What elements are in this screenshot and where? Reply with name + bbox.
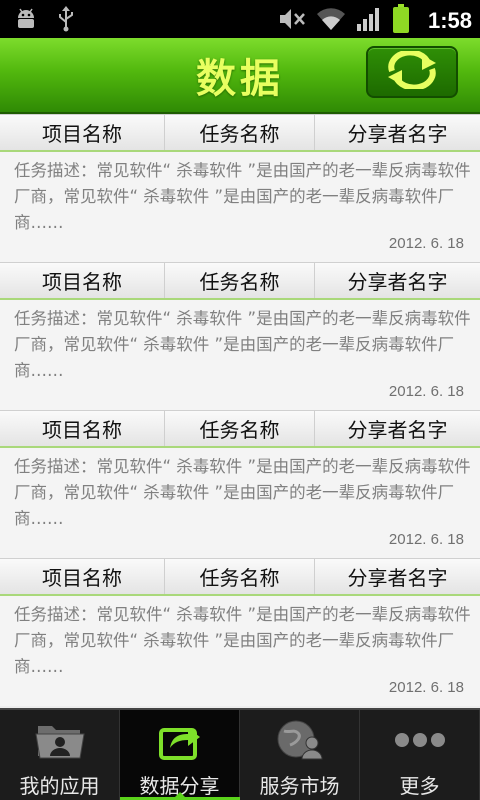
clock: 1:58 bbox=[427, 8, 472, 33]
refresh-icon bbox=[384, 49, 440, 93]
item-header: 项目名称 任务名称 分享者名字 bbox=[0, 410, 480, 448]
title-bar: 数据 bbox=[0, 38, 480, 114]
signal-icon bbox=[356, 6, 382, 36]
tab-label: 服务市场 bbox=[259, 774, 340, 798]
sharer-name-column: 分享者名字 bbox=[347, 418, 448, 442]
task-description: 任务描述：常见软件“ 杀毒软件 ”是由国产的老一辈反病毒软件厂商，常见软件“ 杀… bbox=[14, 605, 471, 676]
tab-label: 我的应用 bbox=[19, 774, 100, 798]
task-name-column: 任务名称 bbox=[165, 263, 315, 298]
item-body: 任务描述：常见软件“ 杀毒软件 ”是由国产的老一辈反病毒软件厂商，常见软件“ 杀… bbox=[0, 152, 480, 262]
wifi-icon bbox=[316, 6, 346, 36]
mute-icon bbox=[278, 6, 306, 36]
battery-icon bbox=[392, 4, 410, 38]
share-icon bbox=[158, 720, 202, 764]
task-name-column: 任务名称 bbox=[165, 559, 315, 594]
item-header: 项目名称 任务名称 分享者名字 bbox=[0, 114, 480, 152]
more-dots-icon bbox=[394, 730, 446, 754]
item-date: 2012. 6. 18 bbox=[388, 235, 464, 252]
item-body: 任务描述：常见软件“ 杀毒软件 ”是由国产的老一辈反病毒软件厂商，常见软件“ 杀… bbox=[0, 300, 480, 410]
task-description: 任务描述：常见软件“ 杀毒软件 ”是由国产的老一辈反病毒软件厂商，常见软件“ 杀… bbox=[14, 309, 471, 380]
usb-icon bbox=[56, 6, 76, 36]
android-debug-icon bbox=[14, 8, 38, 34]
tab-service-market[interactable]: 服务市场 bbox=[240, 710, 360, 800]
item-body: 任务描述：常见软件“ 杀毒软件 ”是由国产的老一辈反病毒软件厂商，常见软件“ 杀… bbox=[0, 448, 480, 558]
item-date: 2012. 6. 18 bbox=[388, 531, 464, 548]
tab-my-apps[interactable]: 我的应用 bbox=[0, 710, 120, 800]
refresh-button[interactable] bbox=[366, 46, 458, 98]
item-date: 2012. 6. 18 bbox=[388, 679, 464, 696]
list-item[interactable]: 项目名称 任务名称 分享者名字 任务描述：常见软件“ 杀毒软件 ”是由国产的老一… bbox=[0, 262, 480, 410]
tab-label: 更多 bbox=[399, 774, 440, 798]
globe-user-icon bbox=[276, 719, 324, 765]
list-item[interactable]: 项目名称 任务名称 分享者名字 任务描述：常见软件“ 杀毒软件 ”是由国产的老一… bbox=[0, 114, 480, 262]
project-name-column: 项目名称 bbox=[0, 559, 165, 594]
bottom-tab-bar: 我的应用 数据分享 服务市场 更多 bbox=[0, 708, 480, 800]
list-item[interactable]: 项目名称 任务名称 分享者名字 任务描述：常见软件“ 杀毒软件 ”是由国产的老一… bbox=[0, 558, 480, 706]
task-description: 任务描述：常见软件“ 杀毒软件 ”是由国产的老一辈反病毒软件厂商，常见软件“ 杀… bbox=[14, 457, 471, 528]
project-name-column: 项目名称 bbox=[0, 115, 165, 150]
tab-data-share[interactable]: 数据分享 bbox=[120, 710, 240, 800]
sharer-name-column: 分享者名字 bbox=[347, 270, 448, 294]
item-header: 项目名称 任务名称 分享者名字 bbox=[0, 262, 480, 300]
item-date: 2012. 6. 18 bbox=[388, 383, 464, 400]
list-item[interactable]: 项目名称 任务名称 分享者名字 任务描述：常见软件“ 杀毒软件 ”是由国产的老一… bbox=[0, 410, 480, 558]
active-tab-pointer bbox=[172, 792, 188, 800]
project-name-column: 项目名称 bbox=[0, 411, 165, 446]
data-list: 项目名称 任务名称 分享者名字 任务描述：常见软件“ 杀毒软件 ”是由国产的老一… bbox=[0, 114, 480, 706]
sharer-name-column: 分享者名字 bbox=[347, 566, 448, 590]
item-body: 任务描述：常见软件“ 杀毒软件 ”是由国产的老一辈反病毒软件厂商，常见软件“ 杀… bbox=[0, 596, 480, 706]
task-name-column: 任务名称 bbox=[165, 411, 315, 446]
task-name-column: 任务名称 bbox=[165, 115, 315, 150]
task-description: 任务描述：常见软件“ 杀毒软件 ”是由国产的老一辈反病毒软件厂商，常见软件“ 杀… bbox=[14, 161, 471, 232]
sharer-name-column: 分享者名字 bbox=[347, 122, 448, 146]
item-header: 项目名称 任务名称 分享者名字 bbox=[0, 558, 480, 596]
folder-user-icon bbox=[34, 720, 86, 764]
status-bar: 1:58 bbox=[0, 0, 480, 38]
tab-more[interactable]: 更多 bbox=[360, 710, 480, 800]
project-name-column: 项目名称 bbox=[0, 263, 165, 298]
